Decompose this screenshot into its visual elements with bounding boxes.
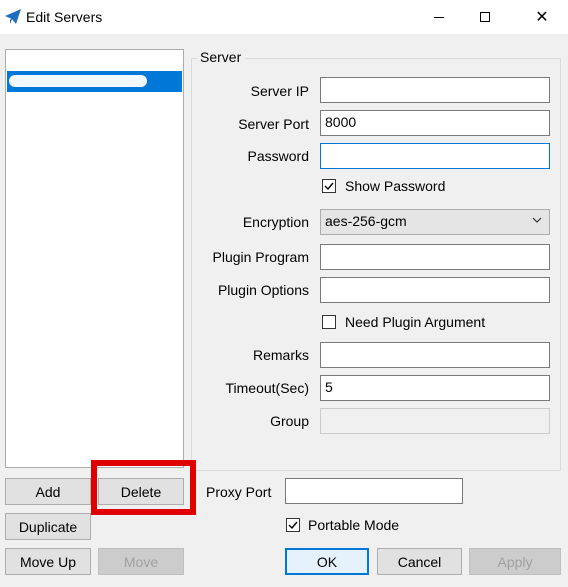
encryption-label: Encryption — [242, 214, 309, 230]
maximize-button[interactable] — [462, 0, 508, 34]
move-up-button[interactable]: Move Up — [5, 548, 91, 575]
plugin-program-input[interactable] — [320, 244, 550, 270]
server-groupbox-title: Server — [197, 49, 246, 65]
portable-mode-label: Portable Mode — [308, 517, 400, 533]
remarks-input[interactable] — [320, 342, 550, 368]
proxy-port-label: Proxy Port — [206, 484, 272, 500]
remarks-label: Remarks — [252, 347, 309, 363]
maximize-icon — [480, 12, 490, 22]
server-port-input[interactable]: 8000 — [320, 110, 550, 136]
server-port-label: Server Port — [238, 116, 309, 132]
encryption-select-value: aes-256-gcm — [325, 213, 407, 229]
delete-highlight-annotation — [91, 460, 196, 515]
apply-button: Apply — [469, 548, 561, 575]
need-plugin-argument-label: Need Plugin Argument — [345, 314, 486, 330]
server-list-item-selected[interactable] — [7, 71, 182, 92]
server-ip-label: Server IP — [250, 83, 309, 99]
server-ip-input[interactable] — [320, 77, 550, 103]
close-icon: ✕ — [535, 9, 549, 26]
minimize-icon — [434, 16, 444, 18]
timeout-label: Timeout(Sec) — [225, 380, 309, 396]
cancel-button[interactable]: Cancel — [377, 548, 462, 575]
show-password-checkbox[interactable] — [322, 179, 336, 193]
plugin-options-label: Plugin Options — [217, 282, 309, 298]
portable-mode-checkbox[interactable] — [286, 518, 300, 532]
close-button[interactable]: ✕ — [519, 0, 565, 34]
ok-button[interactable]: OK — [285, 548, 369, 575]
encryption-select[interactable]: aes-256-gcm — [320, 209, 550, 235]
chevron-down-icon — [532, 217, 542, 223]
checkmark-icon — [324, 182, 334, 191]
window-title: Edit Servers — [26, 9, 103, 25]
checkmark-icon — [288, 521, 298, 530]
redacted-server-name — [9, 75, 147, 87]
timeout-input[interactable]: 5 — [320, 375, 550, 401]
paper-plane-icon — [4, 8, 22, 26]
proxy-port-input[interactable] — [285, 478, 463, 504]
server-list[interactable] — [5, 49, 184, 468]
minimize-button[interactable] — [416, 0, 462, 34]
need-plugin-argument-checkbox[interactable] — [322, 315, 336, 329]
group-label: Group — [270, 413, 309, 429]
add-button[interactable]: Add — [5, 478, 91, 505]
group-input — [320, 408, 550, 434]
password-label: Password — [247, 148, 309, 164]
show-password-label: Show Password — [345, 178, 446, 194]
plugin-options-input[interactable] — [320, 277, 550, 303]
plugin-program-label: Plugin Program — [212, 249, 310, 265]
move-down-button: Move — [98, 548, 184, 575]
duplicate-button[interactable]: Duplicate — [5, 513, 91, 540]
password-input[interactable] — [320, 143, 550, 169]
